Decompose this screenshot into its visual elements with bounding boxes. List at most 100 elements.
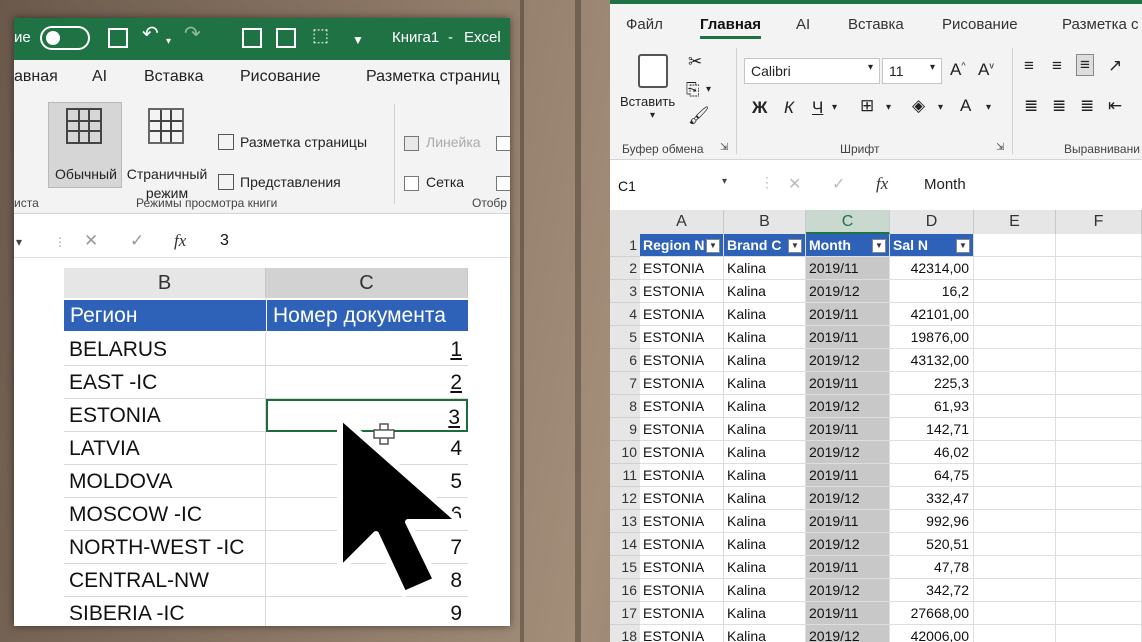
column-header-e[interactable]: E [974,210,1056,234]
italic-button[interactable]: К [784,98,794,118]
empty-cell[interactable] [1056,372,1142,395]
sal-cell[interactable]: 43132,00 [890,349,974,372]
fill-color-dropdown-icon[interactable]: ▾ [938,102,943,113]
ruler-checkbox[interactable] [404,136,419,151]
row-number[interactable]: 10 [610,441,640,464]
align-left-icon[interactable]: ≣ [1024,96,1038,116]
row-number[interactable]: 5 [610,326,640,349]
empty-cell[interactable] [1056,303,1142,326]
brand-cell[interactable]: Kalina [724,533,806,556]
align-bottom-icon[interactable]: ≡ [1076,54,1094,76]
month-cell[interactable]: 2019/11 [806,372,890,395]
month-cell[interactable]: 2019/11 [806,303,890,326]
brand-cell[interactable]: Kalina [724,257,806,280]
empty-cell[interactable] [1056,625,1142,642]
row-number[interactable]: 16 [610,579,640,602]
sal-cell[interactable]: 42314,00 [890,257,974,280]
formula-bar-checkbox[interactable] [496,136,510,151]
empty-cell[interactable] [1056,395,1142,418]
empty-cell[interactable] [974,326,1056,349]
column-header-b[interactable]: B [724,210,806,234]
empty-cell[interactable] [974,510,1056,533]
enter-icon[interactable]: ✓ [130,231,144,251]
format-painter-icon[interactable]: 🖌 [688,106,710,126]
empty-cell[interactable] [1056,602,1142,625]
namebox-dropdown-icon[interactable]: ▾ [16,235,22,249]
brand-cell[interactable]: Kalina [724,418,806,441]
font-launcher-icon[interactable]: ⇲ [996,142,1004,153]
sal-cell[interactable]: 142,71 [890,418,974,441]
empty-cell[interactable] [1056,487,1142,510]
redo-icon[interactable]: ↷ [184,24,201,44]
region-cell[interactable]: BELARUS [64,333,266,366]
brand-cell[interactable]: Kalina [724,579,806,602]
row-number[interactable]: 8 [610,395,640,418]
header-cell[interactable]: Region N ▼ [640,234,724,257]
fx-icon[interactable]: fx [174,231,186,251]
row-number[interactable]: 17 [610,602,640,625]
month-cell[interactable]: 2019/11 [806,326,890,349]
sal-cell[interactable]: 19876,00 [890,326,974,349]
font-name-dropdown-icon[interactable]: ▾ [868,62,873,73]
column-header-c[interactable]: C [266,268,468,298]
region-cell[interactable]: EAST -IC [64,366,266,399]
comment-icon[interactable]: ⬚ [312,25,329,45]
enter-icon[interactable]: ✓ [832,174,845,194]
empty-cell[interactable] [974,395,1056,418]
region-cell[interactable]: ESTONIA [640,349,724,372]
page-break-view-icon[interactable] [148,108,184,144]
decrease-indent-icon[interactable]: ⇤ [1108,96,1122,116]
empty-cell[interactable] [1056,234,1142,257]
tab-home[interactable]: Главная [700,16,762,39]
cut-icon[interactable]: ✂ [688,52,702,72]
select-all-corner[interactable] [610,210,640,234]
brand-cell[interactable]: Kalina [724,326,806,349]
copy-dropdown-icon[interactable]: ▾ [706,84,711,95]
copy-icon[interactable]: ⎘ [686,80,700,100]
empty-cell[interactable] [974,602,1056,625]
column-header-d[interactable]: D [890,210,974,234]
row-number[interactable]: 14 [610,533,640,556]
empty-cell[interactable] [974,579,1056,602]
paste-button-label[interactable]: Вставить [620,94,675,109]
region-cell[interactable]: ESTONIA [640,441,724,464]
sal-cell[interactable]: 225,3 [890,372,974,395]
region-cell[interactable]: ESTONIA [640,395,724,418]
month-cell[interactable]: 2019/12 [806,280,890,303]
column-header-c[interactable]: C [806,210,890,234]
region-cell[interactable]: ESTONIA [640,556,724,579]
row-number[interactable]: 15 [610,556,640,579]
tab-insert[interactable]: Вставка [848,16,904,33]
orientation-icon[interactable]: ↗ [1108,56,1122,76]
region-cell[interactable]: MOSCOW -IC [64,498,266,531]
brand-cell[interactable]: Kalina [724,556,806,579]
region-cell[interactable]: ESTONIA [640,372,724,395]
region-cell[interactable]: ESTONIA [640,602,724,625]
bold-button[interactable]: Ж [752,98,767,118]
brand-cell[interactable]: Kalina [724,395,806,418]
brand-cell[interactable]: Kalina [724,625,806,642]
doc-number-cell[interactable]: 9 [266,597,468,626]
cancel-icon[interactable]: ✕ [788,174,801,194]
empty-cell[interactable] [974,464,1056,487]
brand-cell[interactable]: Kalina [724,372,806,395]
month-cell[interactable]: 2019/11 [806,602,890,625]
paste-icon[interactable] [638,54,668,88]
sal-cell[interactable]: 342,72 [890,579,974,602]
brand-cell[interactable]: Kalina [724,510,806,533]
region-cell[interactable]: ESTONIA [64,399,266,432]
brand-cell[interactable]: Kalina [724,602,806,625]
paste-dropdown-icon[interactable]: ▾ [650,110,655,121]
formula-input[interactable]: 3 [220,232,229,250]
header-cell[interactable]: Sal N ▼ [890,234,974,257]
filter-dropdown-icon[interactable]: ▼ [706,239,720,253]
row-number[interactable]: 18 [610,625,640,642]
row-number[interactable]: 7 [610,372,640,395]
sal-cell[interactable]: 332,47 [890,487,974,510]
month-cell[interactable]: 2019/11 [806,257,890,280]
column-header-b[interactable]: B [64,268,266,298]
empty-cell[interactable] [1056,579,1142,602]
month-cell[interactable]: 2019/11 [806,418,890,441]
empty-cell[interactable] [1056,280,1142,303]
row-number[interactable]: 12 [610,487,640,510]
